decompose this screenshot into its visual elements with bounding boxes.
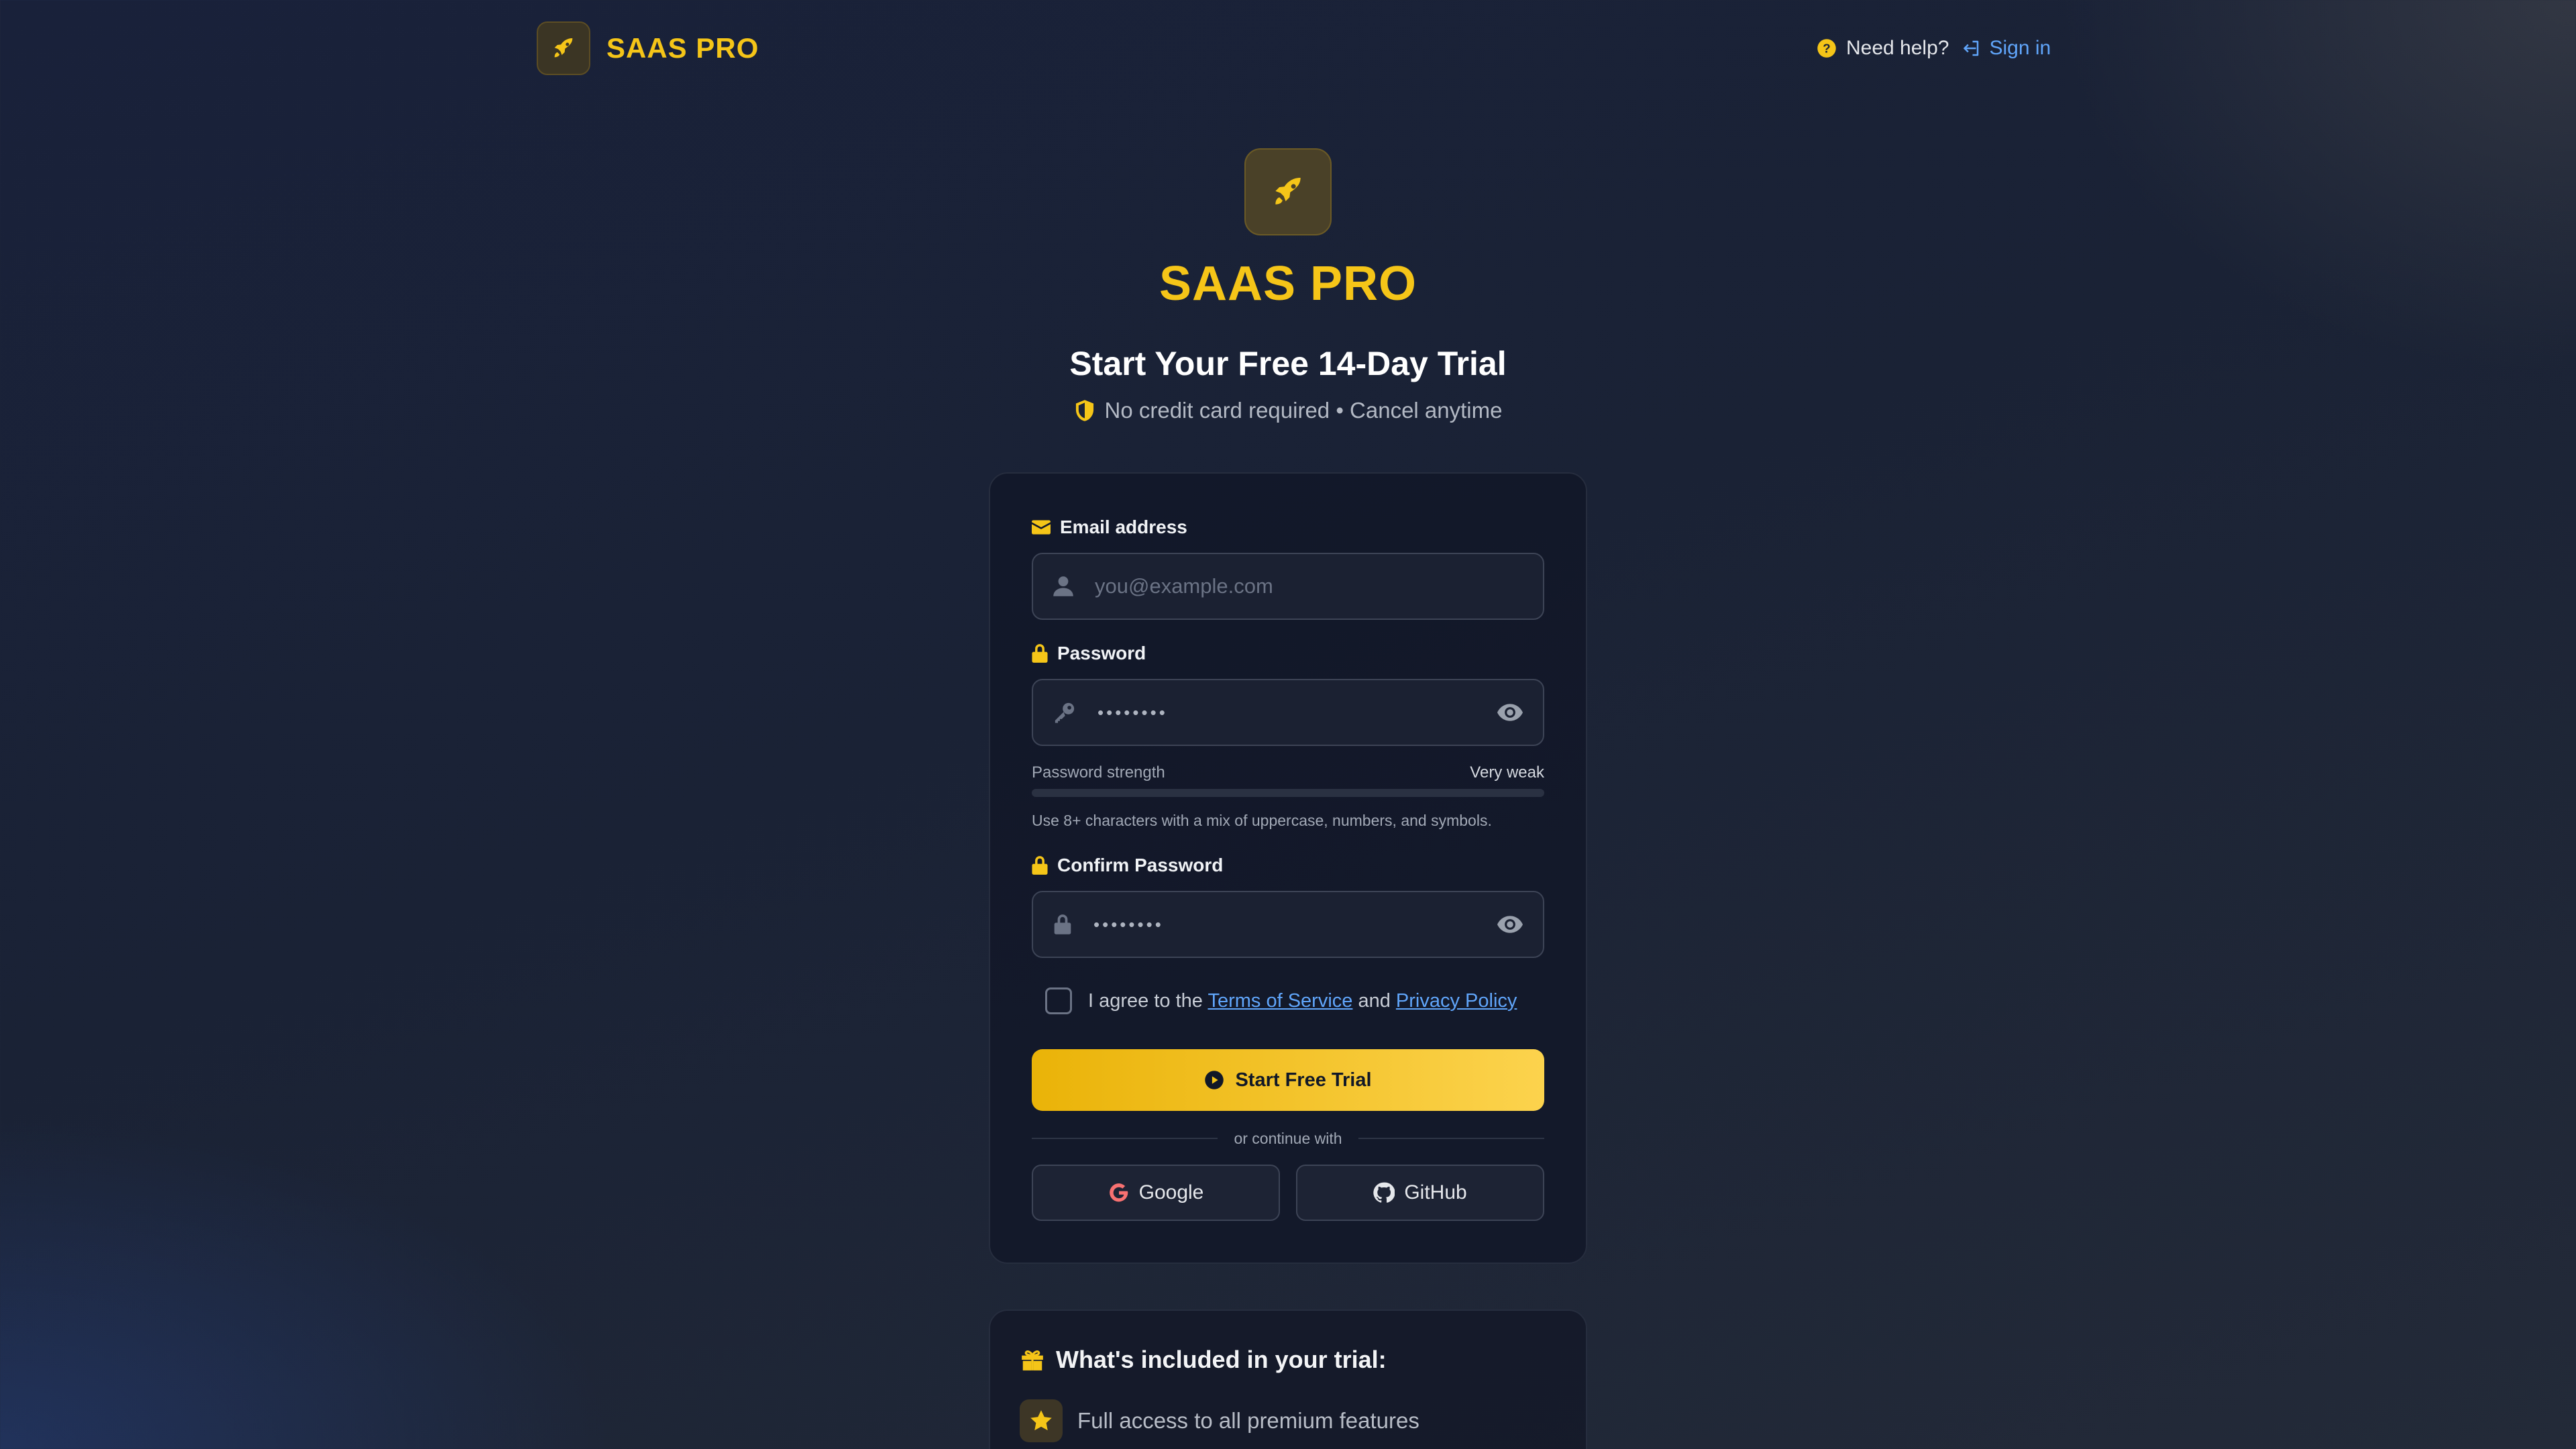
sign-in-icon (1964, 40, 1979, 56)
password-value: •••••••• (1097, 702, 1168, 722)
privacy-policy-link[interactable]: Privacy Policy (1396, 990, 1517, 1012)
google-button[interactable]: Google (1032, 1165, 1280, 1221)
github-icon (1373, 1182, 1395, 1203)
terms-agreement: I agree to the Terms of Service and Priv… (1045, 987, 1517, 1014)
brand-name[interactable]: SAAS PRO (606, 31, 759, 66)
eye-icon[interactable] (1497, 703, 1523, 722)
confirm-password-value: •••••••• (1093, 914, 1164, 934)
trial-note: No credit card required • Cancel anytime (0, 396, 2576, 425)
terms-text: I agree to the Terms of Service and Priv… (1088, 989, 1517, 1012)
help-circle-icon: ? (1817, 39, 1836, 58)
rocket-icon (554, 38, 573, 58)
password-strength-label: Password strength (1032, 763, 1165, 782)
signin-label: Sign in (1989, 37, 2051, 59)
trial-note-text: No credit card required • Cancel anytime (1104, 398, 1503, 423)
hero-title: SAAS PRO (1159, 257, 1417, 311)
lock-icon (1054, 914, 1071, 934)
email-label: Email address (1032, 515, 1187, 539)
trial-feature-item: Full access to all premium features (1020, 1399, 1419, 1442)
header-actions: ? Need help? Sign in (1817, 34, 2051, 63)
divider-text: or continue with (1234, 1129, 1342, 1147)
password-field[interactable]: •••••••• (1032, 679, 1544, 746)
user-icon (1053, 576, 1073, 596)
signin-link[interactable]: Sign in (1961, 37, 2051, 60)
key-icon (1055, 702, 1075, 723)
password-label: Password (1032, 641, 1146, 665)
password-strength: Password strength Very weak (1032, 762, 1544, 784)
rocket-icon (1275, 178, 1301, 205)
google-icon (1109, 1183, 1128, 1202)
github-button[interactable]: GitHub (1296, 1165, 1544, 1221)
terms-of-service-link[interactable]: Terms of Service (1208, 990, 1352, 1012)
star-icon (1030, 1410, 1052, 1431)
eye-icon[interactable] (1497, 915, 1523, 934)
email-placeholder: you@example.com (1095, 574, 1273, 598)
gift-icon (1022, 1350, 1043, 1371)
confirm-password-label: Confirm Password (1032, 853, 1223, 877)
hero-logo (1244, 148, 1332, 235)
terms-checkbox[interactable] (1045, 987, 1072, 1014)
play-circle-icon (1205, 1071, 1224, 1089)
social-divider: or continue with (1032, 1127, 1544, 1150)
star-badge (1020, 1399, 1063, 1442)
password-hint: Use 8+ characters with a mix of uppercas… (1032, 812, 1492, 829)
brand-logo[interactable] (537, 21, 590, 75)
password-strength-bar (1032, 789, 1544, 797)
email-field[interactable]: you@example.com (1032, 553, 1544, 620)
shield-icon (1075, 400, 1093, 421)
lock-icon (1032, 856, 1048, 875)
envelope-icon (1032, 520, 1051, 535)
lock-icon (1032, 644, 1048, 663)
password-strength-level: Very weak (1470, 763, 1544, 782)
start-trial-button[interactable]: Start Free Trial (1032, 1049, 1544, 1111)
confirm-password-field[interactable]: •••••••• (1032, 891, 1544, 958)
svg-text:?: ? (1823, 41, 1830, 55)
help-link[interactable]: Need help? (1846, 37, 1949, 60)
page-title: Start Your Free 14-Day Trial (1069, 345, 1507, 382)
trial-features-title: What's included in your trial: (1020, 1346, 1387, 1374)
